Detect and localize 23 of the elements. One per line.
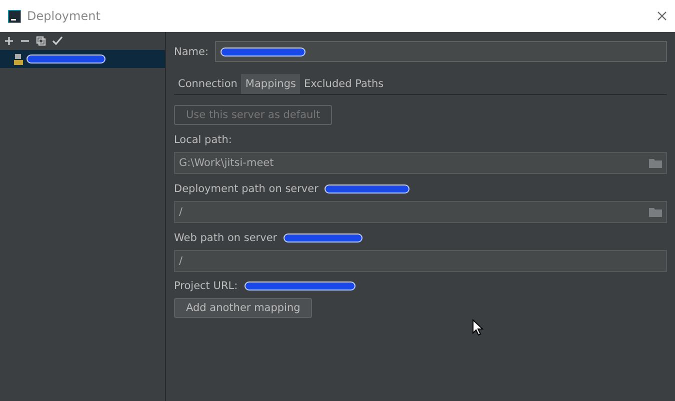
server-list-item[interactable] (0, 50, 165, 68)
project-url-label: Project URL: (174, 280, 238, 292)
server-icon (14, 54, 23, 64)
window-title: Deployment (27, 9, 102, 23)
close-icon[interactable] (657, 11, 667, 21)
field-label: Web path on server (174, 232, 278, 244)
path-field[interactable]: G:\Work\jitsi-meet (174, 152, 667, 174)
name-field[interactable] (214, 41, 667, 62)
field-label: Local path: (174, 134, 232, 146)
copy-icon[interactable] (36, 36, 46, 46)
name-label: Name: (174, 46, 209, 58)
path-field[interactable]: / (174, 250, 667, 272)
add-mapping-button[interactable]: Add another mapping (174, 298, 312, 318)
tab[interactable]: Mappings (241, 74, 300, 94)
path-field[interactable]: / (174, 201, 667, 223)
checkmark-icon[interactable] (52, 36, 63, 46)
app-logo-icon (8, 10, 21, 22)
field-value: / (179, 255, 183, 267)
field-value: G:\Work\jitsi-meet (179, 157, 274, 169)
add-icon[interactable] (4, 36, 14, 46)
field-value: / (179, 206, 183, 218)
field-label: Deployment path on server (174, 183, 318, 195)
mouse-cursor-icon (472, 319, 484, 336)
